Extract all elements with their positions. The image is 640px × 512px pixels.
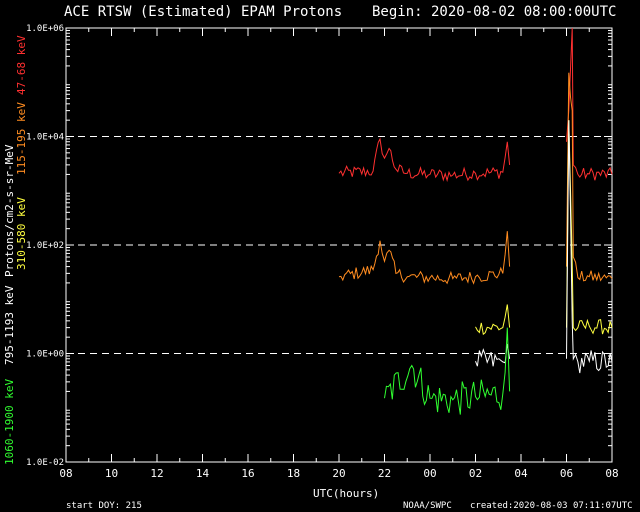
y-tick-label: 1.0E+06 bbox=[26, 24, 64, 34]
x-tick-label: 20 bbox=[332, 467, 345, 480]
x-tick-label: 00 bbox=[423, 467, 436, 480]
chart-background bbox=[0, 0, 640, 512]
start-doy: start DOY: 215 bbox=[66, 501, 142, 511]
x-tick-label: 18 bbox=[287, 467, 300, 480]
legend-115-195: 115-195 keV bbox=[15, 102, 28, 175]
footer-source: NOAA/SWPC bbox=[403, 501, 452, 511]
x-tick-label: 16 bbox=[241, 467, 254, 480]
begin-label: Begin: 2020-08-02 08:00:00UTC bbox=[372, 4, 616, 20]
x-tick-label: 04 bbox=[514, 467, 528, 480]
x-tick-label: 06 bbox=[560, 467, 573, 480]
legend-1060-1900: 1060-1900 keV bbox=[3, 379, 16, 465]
x-tick-label: 02 bbox=[469, 467, 482, 480]
legend-47-68: 47-68 keV bbox=[15, 35, 28, 95]
epam-chart: ACE RTSW (Estimated) EPAM Protons Begin:… bbox=[0, 0, 640, 512]
x-tick-label: 12 bbox=[150, 467, 163, 480]
footer-created: created:2020-08-03 07:11:07UTC bbox=[470, 501, 633, 511]
y-tick-label: 1.0E+02 bbox=[26, 241, 64, 251]
x-tick-label: 22 bbox=[378, 467, 391, 480]
x-tick-label: 14 bbox=[196, 467, 210, 480]
legend-795-1193: 795-1193 keV bbox=[3, 285, 16, 365]
x-axis-label: UTC(hours) bbox=[313, 487, 379, 500]
x-tick-label: 08 bbox=[59, 467, 72, 480]
y-tick-label: 1.0E-02 bbox=[26, 458, 64, 468]
y-tick-label: 1.0E+04 bbox=[26, 133, 64, 143]
x-tick-label: 10 bbox=[105, 467, 118, 480]
legend-310-580: 310-580 keV bbox=[15, 197, 28, 270]
chart-title: ACE RTSW (Estimated) EPAM Protons bbox=[64, 4, 342, 20]
y-tick-label: 1.0E+00 bbox=[26, 350, 64, 360]
x-tick-label: 08 bbox=[605, 467, 618, 480]
